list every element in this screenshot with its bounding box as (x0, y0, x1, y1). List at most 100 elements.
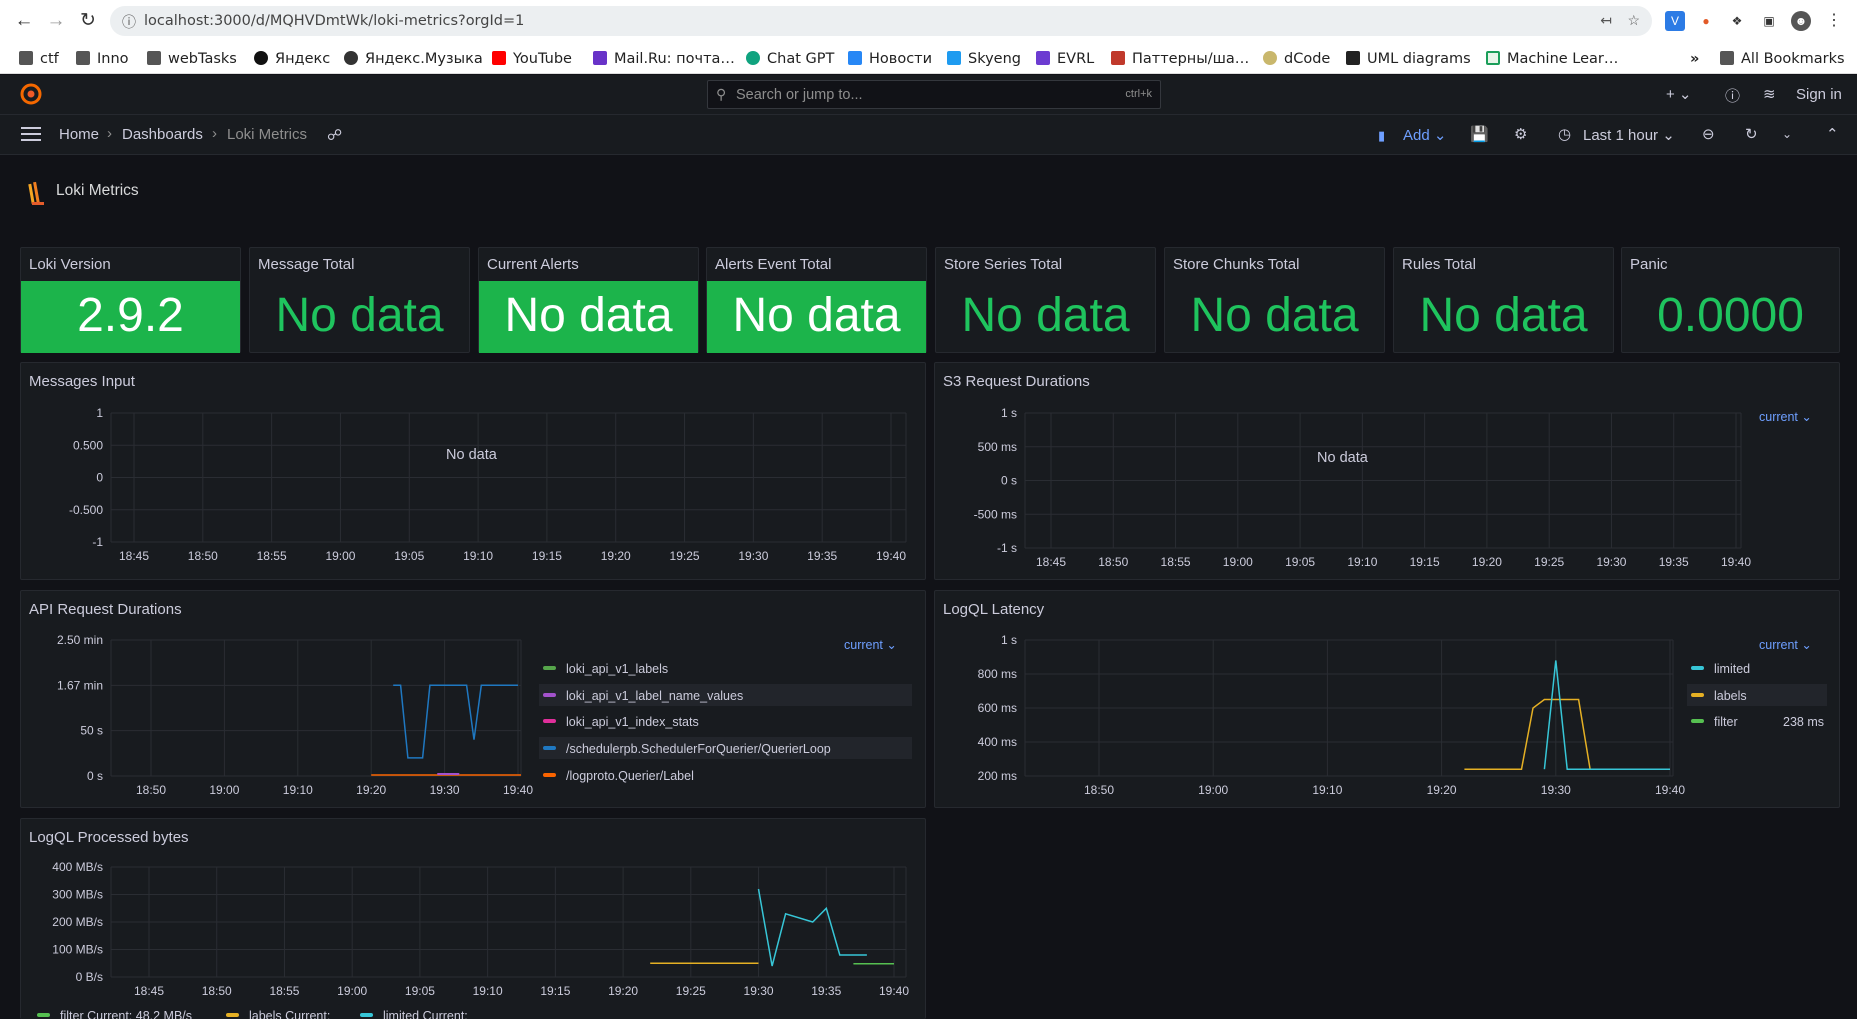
breadcrumb-home[interactable]: Home (59, 126, 99, 143)
stat-panel[interactable]: Panic 0.0000 (1621, 247, 1840, 353)
collapse-chevron-up-icon[interactable]: ⌃ (1826, 125, 1839, 143)
bookmark-item[interactable]: UML diagrams (1346, 48, 1471, 70)
bookmark-label: Chat GPT (767, 51, 835, 67)
bookmark-item[interactable]: Паттерны/ша… (1111, 48, 1249, 70)
refresh-icon[interactable]: ↻ (1745, 125, 1758, 143)
legend-item[interactable]: filter Current: 48.2 MB/s (37, 1009, 192, 1019)
panel-api-request-durations[interactable]: API Request Durations 2.50 min 1.67 min 50… (20, 590, 926, 808)
legend-label: /schedulerpb.SchedulerForQuerier/Querier… (566, 742, 831, 756)
legend-label: filter (1714, 715, 1738, 729)
bookmark-item[interactable]: Skyeng (947, 48, 1021, 70)
legend-sort-dropdown[interactable]: current ⌄ (1759, 409, 1812, 424)
y-tick-label: 500 ms (978, 440, 1017, 454)
legend-label: loki_api_v1_labels (566, 662, 669, 676)
sign-in-link[interactable]: Sign in (1796, 86, 1842, 103)
panel-s3-request-durations[interactable]: S3 Request Durations 1 s 500 ms 0 s -500 ms… (934, 362, 1840, 580)
profile-avatar[interactable]: ☻ (1791, 11, 1811, 31)
search-input[interactable]: ⚲ Search or jump to... ctrl+k (707, 80, 1161, 109)
legend-sort-dropdown[interactable]: current ⌄ (1759, 637, 1812, 652)
series-line-limited (757, 888, 867, 967)
add-button[interactable]: Add ⌄ (1403, 126, 1446, 144)
stat-title: Rules Total (1402, 256, 1476, 273)
bookmark-item[interactable]: Mail.Ru: почта… (593, 48, 735, 70)
all-bookmarks-label: All Bookmarks (1741, 51, 1845, 67)
legend-item[interactable]: labels (1691, 689, 1747, 703)
legend-sort-dropdown[interactable]: current ⌄ (844, 637, 897, 652)
bookmark-item[interactable]: Inno (76, 48, 129, 70)
bookmark-item[interactable]: Chat GPT (746, 48, 834, 70)
bookmark-star-icon[interactable]: ☆ (1627, 12, 1640, 29)
breadcrumb-dashboards[interactable]: Dashboards (122, 126, 203, 143)
stat-panel[interactable]: Current Alerts No data (478, 247, 699, 353)
legend-label: filter (60, 1009, 84, 1019)
stat-panel[interactable]: Message Total No data (249, 247, 470, 353)
extension-fire-icon[interactable]: ● (1696, 11, 1716, 31)
y-tick-label: -1 s (997, 541, 1017, 555)
bookmark-item[interactable]: webTasks (147, 48, 237, 70)
legend-item[interactable]: /schedulerpb.SchedulerForQuerier/Querier… (543, 742, 831, 756)
y-tick-label: 200 MB/s (52, 915, 103, 929)
bookmark-item[interactable]: Machine Lear… (1486, 48, 1618, 70)
legend-item[interactable]: limited Current: (360, 1009, 468, 1019)
side-panel-icon[interactable]: ▣ (1759, 11, 1779, 31)
share-icon[interactable]: ↤ (1600, 12, 1612, 29)
panel-messages-input[interactable]: Messages Input 1 0.500 0 -0.500 -1 18:45 18:50… (20, 362, 926, 580)
bookmark-label: ctf (40, 51, 59, 67)
x-tick-label: 19:10 (1347, 555, 1377, 569)
zoom-out-icon[interactable]: ⊖ (1702, 125, 1715, 143)
search-icon: ⚲ (716, 86, 727, 102)
legend-item[interactable]: /logproto.Querier/Label (543, 769, 694, 783)
site-info-icon[interactable]: ⓘ (122, 12, 136, 32)
refresh-interval-chevron-icon[interactable]: ⌄ (1782, 127, 1792, 141)
x-tick-label: 19:05 (1285, 555, 1315, 569)
extension-v-icon[interactable]: V (1665, 11, 1685, 31)
settings-gear-icon[interactable]: ⚙ (1514, 125, 1527, 143)
address-bar[interactable]: ⓘ localhost:3000/d/MQHVDmtWk/loki-metric… (110, 6, 1652, 36)
bookmark-item[interactable]: ctf (19, 48, 59, 70)
back-icon[interactable]: ← (12, 9, 36, 33)
browser-menu-icon[interactable]: ⋮ (1824, 11, 1844, 31)
legend-value: Current: (422, 1009, 468, 1019)
legend-item[interactable]: labels Current: (226, 1009, 330, 1019)
bookmark-item[interactable]: YouTube (492, 48, 572, 70)
legend-item[interactable]: loki_api_v1_index_stats (543, 715, 699, 729)
stat-title: Loki Version (29, 256, 111, 273)
y-tick-label: -500 ms (974, 507, 1017, 521)
stat-panel[interactable]: Alerts Event Total No data (706, 247, 927, 353)
legend-label: limited (383, 1009, 420, 1019)
time-range-picker[interactable]: Last 1 hour ⌄ (1583, 126, 1675, 144)
stat-panel[interactable]: Rules Total No data (1393, 247, 1614, 353)
all-bookmarks[interactable]: All Bookmarks (1720, 48, 1845, 70)
panel-logql-processed-bytes[interactable]: LogQL Processed bytes 400 MB/s 300 MB/s 20… (20, 818, 926, 1019)
stat-panel[interactable]: Store Series Total No data (935, 247, 1156, 353)
bookmark-item[interactable]: EVRL (1036, 48, 1094, 70)
extensions-puzzle-icon[interactable]: ❖ (1727, 11, 1747, 31)
bookmark-label: Inno (97, 51, 129, 67)
stat-panel[interactable]: Store Chunks Total No data (1164, 247, 1385, 353)
forward-icon[interactable]: → (44, 9, 68, 33)
new-plus-icon[interactable]: + ⌄ (1666, 85, 1692, 103)
legend-item[interactable]: filter (1691, 715, 1738, 729)
bookmark-item[interactable]: Яндекс (254, 48, 330, 70)
legend-item[interactable]: loki_api_v1_label_name_values (543, 689, 743, 703)
rss-icon[interactable]: ≋ (1763, 85, 1776, 103)
reload-icon[interactable]: ↻ (76, 9, 100, 33)
share-icon[interactable]: ☍ (327, 126, 342, 144)
grafana-topbar: ⚲ Search or jump to... ctrl+k + ⌄ ⓘ ≋ Si… (0, 75, 1857, 115)
y-tick-label: 1.67 min (57, 678, 103, 692)
music-icon (344, 51, 358, 65)
panel-logql-latency[interactable]: LogQL Latency 1 s 800 ms 600 ms 400 ms 200 m… (934, 590, 1840, 808)
bookmarks-overflow-button[interactable]: » (1690, 48, 1699, 70)
stat-panel[interactable]: Loki Version 2.9.2 (20, 247, 241, 353)
grafana-logo-icon[interactable] (20, 83, 42, 105)
legend-swatch (360, 1013, 373, 1017)
hamburger-menu-icon[interactable] (21, 126, 41, 142)
x-tick-label: 19:20 (601, 549, 631, 563)
help-icon[interactable]: ⓘ (1725, 85, 1740, 106)
bookmark-item[interactable]: Яндекс.Музыка (344, 48, 483, 70)
legend-item[interactable]: limited (1691, 662, 1750, 676)
bookmark-item[interactable]: Новости (848, 48, 932, 70)
bookmark-item[interactable]: dCode (1263, 48, 1330, 70)
legend-item[interactable]: loki_api_v1_labels (543, 662, 668, 676)
save-icon[interactable]: 💾 (1470, 125, 1489, 143)
